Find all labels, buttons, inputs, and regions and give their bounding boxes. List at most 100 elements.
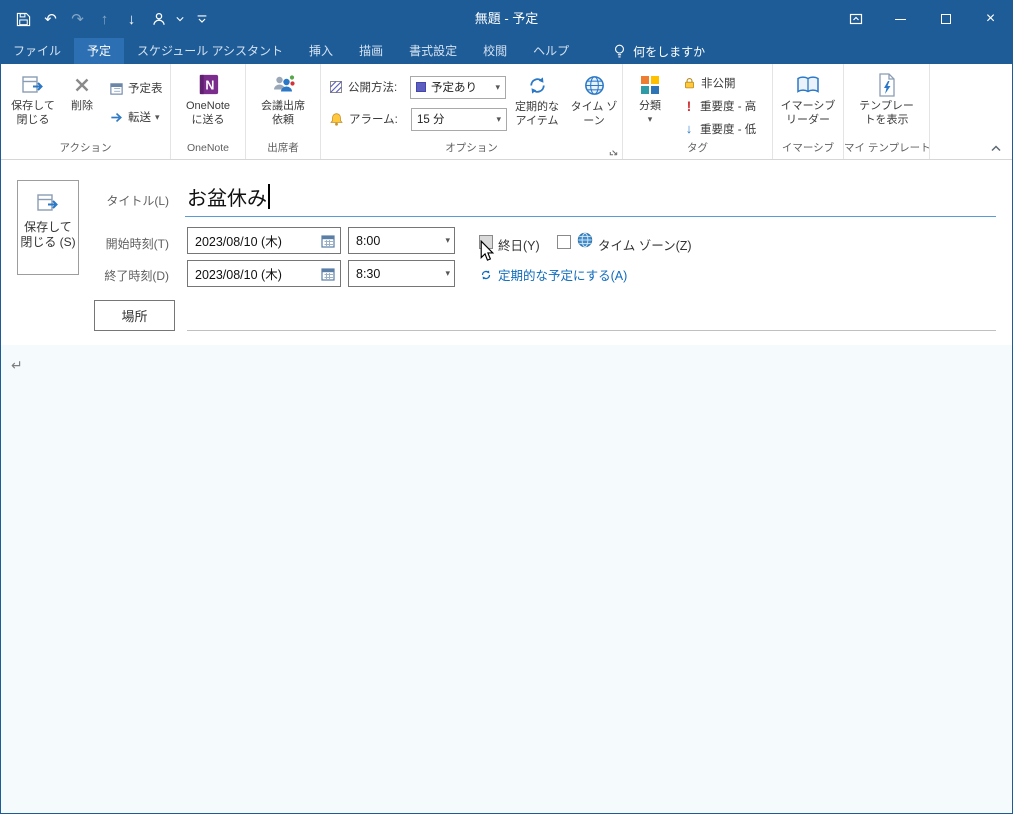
lightbulb-icon [615,44,625,58]
invite-attendees-label: 会議出席依頼 [261,100,305,126]
title-value: お盆休み [187,188,267,210]
categorize-button[interactable]: 分類 ▾ [626,65,674,140]
lock-icon [685,77,694,88]
tab-review[interactable]: 校閲 [470,38,520,64]
send-to-onenote-label: OneNote に送る [185,100,231,126]
save-close-icon [35,190,61,216]
options-dialog-launcher[interactable] [608,146,619,157]
save-close-label: 保存して閉じる [11,100,55,126]
previous-item-button[interactable]: ↑ [91,0,118,38]
tab-file[interactable]: ファイル [0,38,74,64]
group-label-tags: タグ [687,142,708,154]
tab-scheduling-assistant[interactable]: スケジュール アシスタント [124,38,296,64]
chevron-down-icon: ▾ [496,113,501,124]
time-zones-button[interactable]: タイム ゾーン [567,66,621,128]
account-dropdown-button[interactable] [172,0,188,38]
account-button[interactable] [145,0,172,38]
tab-format-text[interactable]: 書式設定 [396,38,470,64]
notes-editor[interactable]: ↵ [1,345,1012,813]
end-date-input[interactable]: 2023/08/10 (木) [187,260,341,287]
template-document-icon [875,69,899,100]
high-importance-button[interactable]: ! 重要度 - 高 [679,95,760,116]
close-icon: × [985,10,996,27]
minimize-icon [895,18,906,20]
recurrence-button[interactable]: 定期的なアイテム [509,66,565,128]
start-time-dropdown[interactable]: 8:00 ▾ [348,227,455,254]
date-picker-icon[interactable] [320,266,336,282]
globe-icon [576,231,594,249]
chevron-down-icon: ▾ [647,113,653,124]
show-as-label: 公開方法: [348,82,398,94]
ribbon-display-options-button[interactable] [833,0,878,38]
chevron-down-icon: ▾ [445,235,450,245]
quick-access-toolbar: ↶ ↷ ↑ ↓ [0,0,215,38]
high-importance-icon: ! [686,97,692,114]
tab-help[interactable]: ヘルプ [520,38,582,64]
tab-appointment[interactable]: 予定 [74,38,125,64]
tab-draw[interactable]: 描画 [346,38,396,64]
end-date-value: 2023/08/10 (木) [195,268,282,282]
delete-button[interactable]: 削除 [62,65,102,140]
text-caret [268,184,270,209]
low-importance-button[interactable]: ↓ 重要度 - 低 [679,118,760,139]
recurrence-label: 定期的なアイテム [515,101,559,127]
forward-button[interactable]: 転送 ▾ [105,107,167,127]
group-label-my-templates: マイ テンプレート [844,142,931,154]
tell-me-search[interactable]: 何をしますか [604,38,713,64]
appointment-form: 保存して閉じる (S) タイトル(L) 開始時刻(T) 終了時刻(D) お盆休み… [1,161,1012,345]
undo-icon: ↶ [44,11,57,28]
start-date-value: 2023/08/10 (木) [195,235,282,249]
arrow-up-icon: ↑ [100,10,109,28]
tab-insert[interactable]: 挿入 [296,38,346,64]
form-save-close-button[interactable]: 保存して閉じる (S) [17,180,79,275]
send-to-onenote-button[interactable]: N OneNote に送る [176,65,240,140]
calendar-label: 予定表 [128,83,163,95]
busy-status-swatch [416,82,426,92]
ribbon: 保存して閉じる 削除 予定表 転送 ▾ アクション N OneNote に送る … [1,64,1012,160]
start-date-input[interactable]: 2023/08/10 (木) [187,227,341,254]
return-mark: ↵ [11,357,23,373]
time-zone-checkbox[interactable] [557,235,571,249]
close-button[interactable]: × [968,0,1013,38]
immersive-reader-button[interactable]: イマーシブリーダー [777,65,839,140]
minimize-button[interactable] [878,0,923,38]
view-templates-button[interactable]: テンプレートを表示 [852,65,922,140]
tell-me-label: 何をしますか [633,44,706,59]
collapse-ribbon-button[interactable] [990,143,1002,153]
delete-icon [71,69,93,100]
undo-button[interactable]: ↶ [37,0,64,38]
save-button[interactable] [10,0,37,38]
private-button[interactable]: 非公開 [679,72,760,93]
maximize-button[interactable] [923,0,968,38]
redo-button[interactable]: ↷ [64,0,91,38]
calendar-button[interactable]: 予定表 [105,78,167,98]
title-underline [185,216,996,217]
mouse-cursor [480,240,495,261]
immersive-reader-icon [795,69,821,100]
save-close-ribbon-button[interactable]: 保存して閉じる [4,65,62,140]
forward-label: 転送 [128,112,151,124]
group-label-attendees: 出席者 [267,142,299,154]
titlebar: ↶ ↷ ↑ ↓ 無題 - 予定 × [0,0,1013,38]
onenote-icon: N [196,69,221,100]
location-underline[interactable] [187,330,996,331]
svg-text:N: N [205,78,214,92]
group-label-actions: アクション [59,142,112,154]
show-as-dropdown[interactable]: 予定あり ▾ [410,75,506,99]
location-button[interactable]: 場所 [94,300,175,331]
start-time-label: 開始時刻(T) [105,237,169,251]
end-time-dropdown[interactable]: 8:30 ▾ [348,260,455,287]
form-save-close-label: 保存して閉じる (S) [20,220,76,249]
reminder-dropdown[interactable]: 15 分 ▾ [411,107,507,131]
delete-label: 削除 [71,100,93,112]
customize-qat-button[interactable] [188,0,215,38]
invite-attendees-button[interactable]: 会議出席依頼 [252,65,314,140]
title-input[interactable]: お盆休み [187,182,270,211]
meeting-attendees-icon [270,69,296,100]
time-zones-label: タイム ゾーン [570,101,618,127]
next-item-button[interactable]: ↓ [118,0,145,38]
immersive-reader-label: イマーシブリーダー [780,100,836,126]
ribbon-group-my-templates: テンプレートを表示 マイ テンプレート [844,64,931,159]
date-picker-icon[interactable] [320,233,336,249]
make-recurring-link[interactable]: 定期的な予定にする(A) [479,265,627,284]
